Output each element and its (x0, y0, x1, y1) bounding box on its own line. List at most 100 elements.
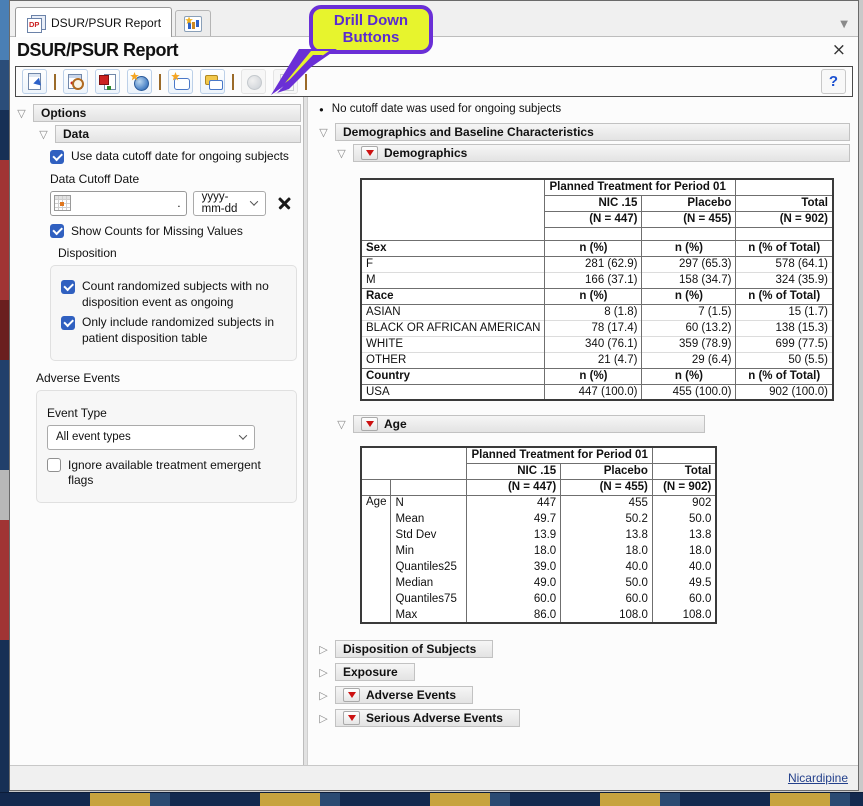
event-type-value: All event types (56, 431, 131, 443)
new-window-icon (130, 72, 149, 91)
chart-tab-icon (184, 16, 202, 32)
chevron-down-icon (250, 197, 258, 205)
show-missing-label: Show Counts for Missing Values (71, 224, 243, 240)
help-button[interactable]: ? (821, 69, 846, 94)
demographics-table: Planned Treatment for Period 01NIC .15Pl… (360, 178, 834, 401)
data-header-bar[interactable]: Data (55, 125, 301, 143)
drill-down-button[interactable] (361, 146, 378, 160)
use-cutoff-row: Use data cutoff date for ongoing subject… (50, 149, 297, 165)
show-missing-checkbox[interactable] (50, 224, 64, 238)
checkbox-label: Only include randomized subjects in pati… (82, 315, 286, 346)
checkbox[interactable] (61, 316, 75, 330)
disclosure-open-icon[interactable]: ▽ (334, 419, 349, 430)
adverse-events-label: Adverse Events (36, 371, 297, 385)
options-header-bar[interactable]: Options (33, 104, 301, 122)
demographics-outline: ▽ Demographics (334, 144, 850, 162)
toolbar-buttons (22, 69, 307, 94)
report-icon (25, 72, 44, 91)
globe-button[interactable] (241, 69, 266, 94)
taskbar-background (0, 792, 863, 806)
section-label: Exposure (343, 665, 398, 679)
disclosure-closed-icon[interactable]: ▷ (316, 690, 331, 701)
callout-bubble: Drill Down Buttons (309, 5, 433, 54)
cutoff-date-row: . yyyy-mm-dd (50, 191, 297, 216)
disposition-label: Disposition (58, 246, 297, 260)
ignore-flags-checkbox[interactable] (47, 458, 61, 472)
disclosure-open-icon[interactable]: ▽ (334, 148, 349, 159)
disclosure-closed-icon[interactable]: ▷ (316, 667, 331, 678)
demographics-baseline-header-bar[interactable]: Demographics and Baseline Characteristic… (335, 123, 850, 141)
help-icon: ? (829, 73, 838, 90)
checkbox-label: Count randomized subjects with no dispos… (82, 279, 286, 310)
adverse-events-groupbox: Event Type All event types Ignore availa… (36, 390, 297, 503)
toolbar-separator (159, 74, 161, 90)
date-format-value: yyyy-mm-dd (202, 191, 243, 215)
globe-icon (244, 72, 263, 91)
tab-bar: DP DSUR/PSUR Report ▼ (10, 1, 858, 37)
drill-down-button[interactable] (361, 417, 378, 431)
toolbar-separator (232, 74, 234, 90)
study-link[interactable]: Nicardipine (788, 771, 848, 785)
report-button[interactable] (22, 69, 47, 94)
app-window: DP DSUR/PSUR Report ▼ DSUR/PSUR Report ×… (9, 0, 859, 791)
age-outline: ▽ Age (334, 415, 850, 433)
options-outline: ▽ Options (14, 104, 301, 122)
demographics-header-bar[interactable]: Demographics (353, 144, 850, 162)
clear-date-button[interactable] (272, 191, 297, 216)
calendar-icon[interactable] (54, 195, 71, 211)
cutoff-note: • No cutoff date was used for ongoing su… (318, 103, 850, 117)
bullet-icon: • (318, 103, 325, 117)
section-header-bar[interactable]: Serious Adverse Events (335, 709, 520, 727)
event-type-label: Event Type (47, 406, 286, 420)
use-cutoff-checkbox[interactable] (50, 150, 64, 164)
status-bar: Nicardipine (10, 765, 858, 790)
view-notes-icon (203, 72, 222, 91)
date-format-dropdown[interactable]: yyyy-mm-dd (193, 191, 266, 216)
age-header-label: Age (384, 417, 407, 431)
new-window-button[interactable] (127, 69, 152, 94)
section-header-bar[interactable]: Disposition of Subjects (335, 640, 493, 658)
add-note-icon (171, 72, 190, 91)
disclosure-open-icon[interactable]: ▽ (316, 127, 331, 138)
disclosure-closed-icon[interactable]: ▷ (316, 713, 331, 724)
demographics-baseline-outline: ▽ Demographics and Baseline Characterist… (316, 123, 850, 141)
checkbox[interactable] (61, 280, 75, 294)
cutoff-date-input[interactable]: . (50, 191, 187, 216)
callout-drill-down: Drill Down Buttons (309, 5, 433, 54)
use-cutoff-label: Use data cutoff date for ongoing subject… (71, 149, 289, 165)
demographics-header-label: Demographics (384, 146, 467, 160)
section-header-bar[interactable]: Adverse Events (335, 686, 473, 704)
drill-down-button[interactable] (343, 688, 360, 702)
section-header-bar[interactable]: Exposure (335, 663, 415, 681)
report-panel: • No cutoff date was used for ongoing su… (308, 97, 858, 765)
dp-document-icon: DP (26, 15, 45, 31)
cutoff-note-text: No cutoff date was used for ongoing subj… (332, 103, 561, 117)
section-header-label: Demographics and Baseline Characteristic… (343, 125, 594, 139)
toolbar: ? (15, 66, 853, 97)
tab-chart[interactable] (175, 10, 211, 36)
callout-tail (271, 49, 343, 99)
disclosure-closed-icon[interactable]: ▷ (316, 644, 331, 655)
data-table-button[interactable] (63, 69, 88, 94)
page-title: DSUR/PSUR Report (17, 40, 178, 61)
red-triangle-icon (366, 421, 374, 427)
red-triangle-icon (366, 150, 374, 156)
view-notes-button[interactable] (200, 69, 225, 94)
event-type-dropdown[interactable]: All event types (47, 425, 255, 450)
journal-button[interactable] (95, 69, 120, 94)
tab-list-arrow-icon[interactable]: ▼ (840, 19, 848, 30)
close-icon[interactable]: × (828, 42, 850, 59)
section-label: Disposition of Subjects (343, 642, 476, 656)
disposition-option-1: Only include randomized subjects in pati… (61, 315, 286, 346)
drill-down-button[interactable] (343, 711, 360, 725)
ignore-flags-row: Ignore available treatment emergent flag… (47, 458, 286, 489)
disclosure-open-icon[interactable]: ▽ (14, 108, 29, 119)
disposition-groupbox: Count randomized subjects with no dispos… (50, 265, 297, 360)
tab-dsur-psur-report[interactable]: DP DSUR/PSUR Report (15, 7, 172, 37)
add-note-button[interactable] (168, 69, 193, 94)
age-header-bar[interactable]: Age (353, 415, 705, 433)
desktop-background-left (0, 0, 9, 792)
disclosure-open-icon[interactable]: ▽ (36, 129, 51, 140)
journal-icon (98, 72, 117, 91)
report-title-bar: DSUR/PSUR Report × (10, 37, 858, 64)
